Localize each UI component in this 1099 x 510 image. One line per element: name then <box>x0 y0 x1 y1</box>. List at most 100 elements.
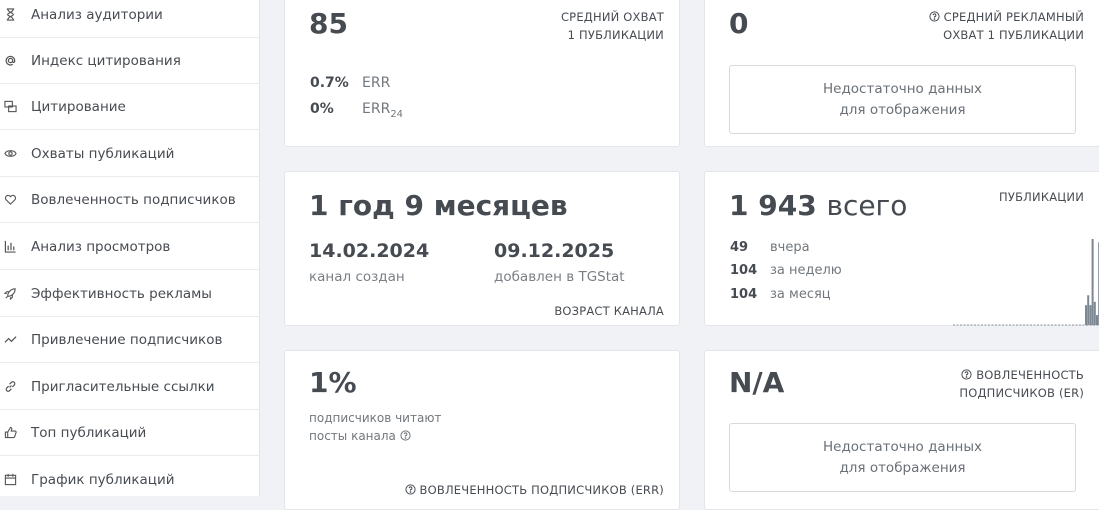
stat-value: 104 <box>730 287 758 302</box>
added-label: добавлен в TGStat <box>494 269 625 285</box>
sidebar-item-engagement[interactable]: Вовлеченность подписчиков <box>0 177 259 223</box>
link-icon <box>3 380 17 394</box>
er-no-data-box: Недостаточно данных для отображения <box>729 423 1076 492</box>
ad-reach-no-data-box: Недостаточно данных для отображения <box>729 65 1076 134</box>
created-label: канал создан <box>309 269 405 285</box>
added-date: 09.12.2025 <box>494 240 615 262</box>
hourglass-icon <box>3 8 17 22</box>
posts-week-row: 104 за неделю <box>730 263 842 278</box>
err-desc-line2-wrap: посты канала <box>309 427 441 445</box>
posts-yesterday-row: 49 вчера <box>730 240 810 255</box>
sidebar-item-label: Анализ просмотров <box>31 238 171 255</box>
stat-label: за месяц <box>770 287 831 302</box>
avg-ad-reach-card: 0 СРЕДНИЙ РЕКЛАМНЫЙ ОХВАТ 1 ПУБЛИКАЦИИ Н… <box>704 0 1099 147</box>
sparkline-bar <box>1087 295 1090 325</box>
err-label: ERR <box>362 75 391 91</box>
sidebar-item-label: Топ публикаций <box>31 424 147 441</box>
no-data-line1: Недостаточно данных <box>823 438 982 455</box>
er-card: N/A ВОВЛЕЧЕННОСТЬ ПОДПИСЧИКОВ (ER) Недос… <box>704 350 1099 510</box>
sparkline-bar <box>1093 301 1096 325</box>
channel-age-value: 1 год 9 месяцев <box>309 189 568 222</box>
err24-value: 0% <box>310 101 334 117</box>
sidebar-item-top-posts[interactable]: Топ публикаций <box>0 410 259 456</box>
at-icon <box>3 54 17 68</box>
sparkline-bar <box>1091 239 1094 325</box>
publications-total-unit: всего <box>826 189 908 222</box>
err-desc-line1: подписчиков читают <box>309 411 442 425</box>
err-card-title-text: ВОВЛЕЧЕННОСТЬ ПОДПИСЧИКОВ (ERR) <box>419 483 664 497</box>
quote-icon <box>3 100 17 114</box>
publications-card: 1 943 всего ПУБЛИКАЦИИ 49 вчера 104 за нед… <box>704 171 1099 326</box>
no-data-line2: для отображения <box>839 459 966 476</box>
sparkline-bar <box>1096 315 1098 325</box>
sidebar-item-label: Индекс цитирования <box>31 52 181 69</box>
avg-reach-title: СРЕДНИЙ ОХВАТ 1 ПУБЛИКАЦИИ <box>561 8 664 44</box>
sidebar-item-label: График публикаций <box>31 471 175 488</box>
sidebar-item-posting-schedule[interactable]: График публикаций <box>0 457 259 496</box>
stat-label: вчера <box>770 240 810 255</box>
avg-ad-reach-title-line2: ОХВАТ 1 ПУБЛИКАЦИИ <box>943 28 1084 42</box>
err24-label: ERR <box>362 101 391 117</box>
sidebar-item-label: Охваты публикаций <box>31 145 175 162</box>
calendar-icon <box>3 473 17 487</box>
sparkline-bar <box>1085 305 1087 325</box>
avg-reach-title-line1: СРЕДНИЙ ОХВАТ <box>560 10 664 24</box>
no-data-line1: Недостаточно данных <box>823 80 982 97</box>
er-card-title-text1: ВОВЛЕЧЕННОСТЬ <box>976 368 1084 382</box>
sidebar-item-subscriber-acquisition[interactable]: Привлечение подписчиков <box>0 317 259 363</box>
err-desc-line2: посты канала <box>309 429 396 443</box>
avg-ad-reach-value: 0 <box>729 7 749 40</box>
trend-icon <box>3 333 17 347</box>
rocket-icon <box>3 287 17 301</box>
sidebar-item-label: Эффективность рекламы <box>31 285 212 302</box>
sidebar-item-label: Цитирование <box>31 98 126 115</box>
sidebar-item-citation-index[interactable]: Индекс цитирования <box>0 38 259 84</box>
sidebar-item-invite-links[interactable]: Пригласительные ссылки <box>0 364 259 410</box>
err24-row: 0% ERR24 <box>310 101 403 120</box>
avg-ad-reach-title-text1: СРЕДНИЙ РЕКЛАМНЫЙ <box>943 10 1084 24</box>
bar-chart-icon <box>3 240 17 254</box>
sidebar-item-label: Вовлеченность подписчиков <box>31 191 236 208</box>
avg-ad-reach-title: СРЕДНИЙ РЕКЛАМНЫЙ ОХВАТ 1 ПУБЛИКАЦИИ <box>929 8 1084 44</box>
publications-total: 1 943 всего <box>729 189 907 222</box>
sparkline-bar <box>1089 305 1092 325</box>
err-card-title: ВОВЛЕЧЕННОСТЬ ПОДПИСЧИКОВ (ERR) <box>404 481 664 499</box>
stat-value: 49 <box>730 240 749 255</box>
heart-icon <box>3 193 17 207</box>
sidebar-item-label: Привлечение подписчиков <box>31 331 223 348</box>
er-card-value: N/A <box>729 366 785 399</box>
avg-reach-card: 85 СРЕДНИЙ ОХВАТ 1 ПУБЛИКАЦИИ 0.7% ERR 0%… <box>284 0 680 147</box>
avg-reach-title-line2: 1 ПУБЛИКАЦИИ <box>567 28 664 42</box>
er-card-title-line2: ПОДПИСЧИКОВ (ER) <box>959 386 1084 400</box>
publications-title: ПУБЛИКАЦИИ <box>999 190 1084 204</box>
err-card: 1% подписчиков читают посты канала ВОВЛЕ… <box>284 350 680 510</box>
created-date: 14.02.2024 <box>309 240 430 262</box>
avg-reach-value: 85 <box>309 7 348 40</box>
help-icon[interactable] <box>400 428 411 441</box>
sidebar: Анализ аудитории Индекс цитирования Цити… <box>0 0 260 496</box>
err-value: 0.7% <box>310 75 349 91</box>
help-icon[interactable] <box>961 367 972 380</box>
eye-icon <box>3 147 17 161</box>
channel-age-title: ВОЗРАСТ КАНАЛА <box>554 304 664 318</box>
sidebar-item-views-analysis[interactable]: Анализ просмотров <box>0 224 259 270</box>
sidebar-item-label: Анализ аудитории <box>31 6 163 23</box>
err-card-description: подписчиков читают посты канала <box>309 409 441 445</box>
stat-value: 104 <box>730 263 758 278</box>
sidebar-item-label: Пригласительные ссылки <box>31 378 215 395</box>
sidebar-item-audience-analysis[interactable]: Анализ аудитории <box>0 0 259 38</box>
err-row: 0.7% ERR <box>310 75 390 91</box>
avg-ad-reach-title-line1: СРЕДНИЙ РЕКЛАМНЫЙ <box>929 8 1084 26</box>
err-card-value: 1% <box>309 366 357 399</box>
channel-age-card: 1 год 9 месяцев 14.02.2024 канал создан … <box>284 171 680 326</box>
stat-label: за неделю <box>770 263 842 278</box>
help-icon[interactable] <box>929 9 940 22</box>
posts-month-row: 104 за месяц <box>730 287 831 302</box>
sidebar-item-citations[interactable]: Цитирование <box>0 84 259 130</box>
help-icon[interactable] <box>404 482 416 495</box>
publications-total-value: 1 943 <box>729 189 817 222</box>
sidebar-item-post-reach[interactable]: Охваты публикаций <box>0 131 259 177</box>
sidebar-item-ad-efficiency[interactable]: Эффективность рекламы <box>0 271 259 317</box>
no-data-line2: для отображения <box>839 101 966 118</box>
err24-subscript: 24 <box>390 108 404 120</box>
